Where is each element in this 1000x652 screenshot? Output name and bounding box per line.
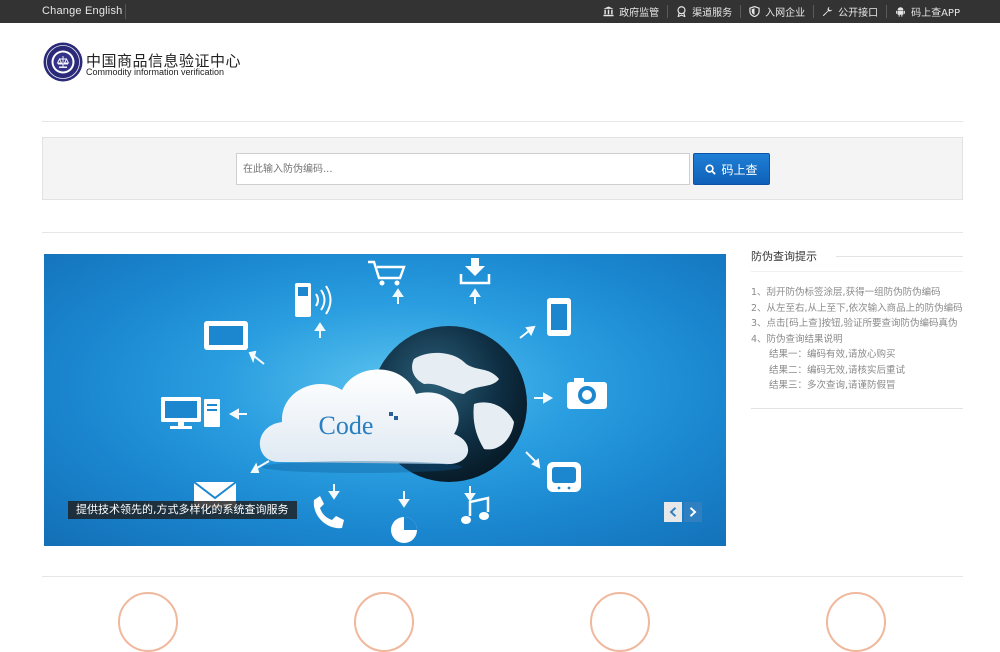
tips-title: 防伪查询提示: [751, 250, 817, 263]
search-panel: 码上查: [42, 137, 963, 200]
divider: [42, 121, 963, 122]
feature-circle[interactable]: [118, 592, 178, 652]
banner-slide[interactable]: Code 提供技术领先的,方式多样化的系统查询服务: [44, 254, 726, 546]
badge-icon: [677, 6, 686, 17]
camera-icon: [567, 378, 607, 409]
tip-result: 结果三：多次查询,请谨防假冒: [769, 380, 896, 391]
shield-icon: [749, 6, 760, 17]
search-button[interactable]: 码上查: [693, 153, 770, 185]
computer-icon: [161, 397, 220, 429]
tablet-icon: [204, 321, 248, 350]
slide-prev-button[interactable]: [664, 502, 682, 522]
site-subtitle: Commodity information verification: [86, 67, 225, 77]
phone-icon: [313, 496, 344, 529]
chevron-left-icon: [669, 507, 677, 517]
divider: [42, 232, 963, 233]
divider: [42, 576, 963, 577]
banner-center-label: Code: [319, 411, 374, 440]
tip-result: 结果一：编码有效,请放心购买: [769, 349, 896, 360]
top-bar: Change English 政府监管 渠道服务 入网企业 公开接口 码上查AP…: [0, 0, 1000, 23]
pie-chart-icon: [391, 517, 417, 543]
feature-circle[interactable]: [354, 592, 414, 652]
bank-icon: [603, 6, 614, 17]
tip-item: 3、点击[码上查]按钮,验证所要查询防伪编码真伪: [751, 318, 958, 329]
smartphone-icon: [547, 298, 571, 336]
divider: [751, 408, 963, 409]
search-button-label: 码上查: [721, 162, 758, 177]
slide-next-button[interactable]: [684, 502, 702, 522]
tip-item: 2、从左至右,从上至下,依次输入商品上的防伪编码: [751, 302, 963, 314]
feature-circle[interactable]: [826, 592, 886, 652]
tip-result: 结果二：编码无效,请核实后重试: [769, 364, 906, 376]
download-icon: [459, 258, 491, 285]
banner-caption: 提供技术领先的,方式多样化的系统查询服务: [68, 501, 297, 519]
change-language-link[interactable]: Change English: [42, 5, 122, 17]
tip-item: 4、防伪查询结果说明: [751, 333, 843, 345]
mobile-phone-icon: [295, 283, 332, 317]
top-link-label: 渠道服务: [692, 8, 733, 19]
top-link-api[interactable]: 公开接口: [814, 0, 886, 23]
feature-circle[interactable]: [590, 592, 650, 652]
android-icon: [896, 7, 905, 17]
cart-icon: [368, 260, 406, 286]
search-input[interactable]: [236, 153, 690, 185]
top-link-government[interactable]: 政府监管: [595, 0, 667, 23]
divider: [125, 4, 126, 19]
divider: [751, 271, 963, 272]
wrench-icon: [822, 6, 833, 17]
seal-logo-icon[interactable]: [43, 42, 83, 82]
top-links: 政府监管 渠道服务 入网企业 公开接口 码上查APP: [595, 0, 968, 23]
music-icon: [461, 496, 490, 524]
tv-icon: [547, 462, 581, 492]
top-link-label: 政府监管: [619, 8, 660, 19]
tips-list: 1、刮开防伪标签涂层,获得一组防伪防伪编码 2、从左至右,从上至下,依次输入商品…: [751, 285, 971, 394]
chevron-right-icon: [689, 507, 697, 517]
top-link-channel[interactable]: 渠道服务: [668, 0, 740, 23]
top-link-enterprise[interactable]: 入网企业: [741, 0, 813, 23]
search-icon: [705, 163, 717, 175]
divider: [836, 256, 963, 257]
top-link-label: 入网企业: [765, 8, 806, 19]
top-link-label: 码上查APP: [911, 8, 960, 19]
top-link-label: 公开接口: [838, 8, 879, 19]
tip-item: 1、刮开防伪标签涂层,获得一组防伪防伪编码: [751, 287, 941, 298]
top-link-app[interactable]: 码上查APP: [887, 0, 968, 23]
